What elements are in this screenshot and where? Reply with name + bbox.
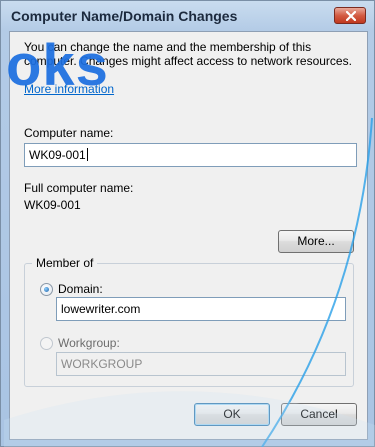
computer-name-label: Computer name:: [24, 126, 114, 140]
domain-label: Domain:: [58, 282, 103, 296]
description-text: You can change the name and the membersh…: [24, 40, 364, 68]
domain-radio[interactable]: [40, 283, 53, 296]
more-information-link[interactable]: More information: [24, 82, 114, 96]
close-button[interactable]: [334, 7, 366, 24]
full-computer-name-label: Full computer name:: [24, 181, 134, 195]
dialog-content: You can change the name and the membersh…: [9, 31, 368, 440]
dialog-window: Computer Name/Domain Changes You can cha…: [0, 0, 375, 447]
workgroup-radio[interactable]: [40, 337, 53, 350]
close-icon: [346, 11, 356, 21]
full-computer-name-value: WK09-001: [24, 198, 81, 212]
description-line-1: You can change the name and the membersh…: [24, 40, 312, 54]
window-title: Computer Name/Domain Changes: [11, 8, 238, 24]
text-caret: [86, 148, 88, 161]
description-line-2: computer. Changes might affect access to…: [24, 54, 352, 68]
domain-input[interactable]: lowewriter.com: [56, 297, 346, 321]
title-bar[interactable]: Computer Name/Domain Changes: [1, 1, 374, 31]
computer-name-value: WK09-001: [29, 148, 86, 162]
cancel-button[interactable]: Cancel: [281, 403, 357, 426]
member-of-group-title: Member of: [32, 256, 98, 270]
computer-name-input[interactable]: WK09-001: [24, 143, 357, 167]
more-button[interactable]: More...: [278, 230, 354, 253]
workgroup-input[interactable]: WORKGROUP: [56, 352, 346, 376]
workgroup-label: Workgroup:: [58, 336, 120, 350]
ok-button[interactable]: OK: [194, 403, 270, 426]
